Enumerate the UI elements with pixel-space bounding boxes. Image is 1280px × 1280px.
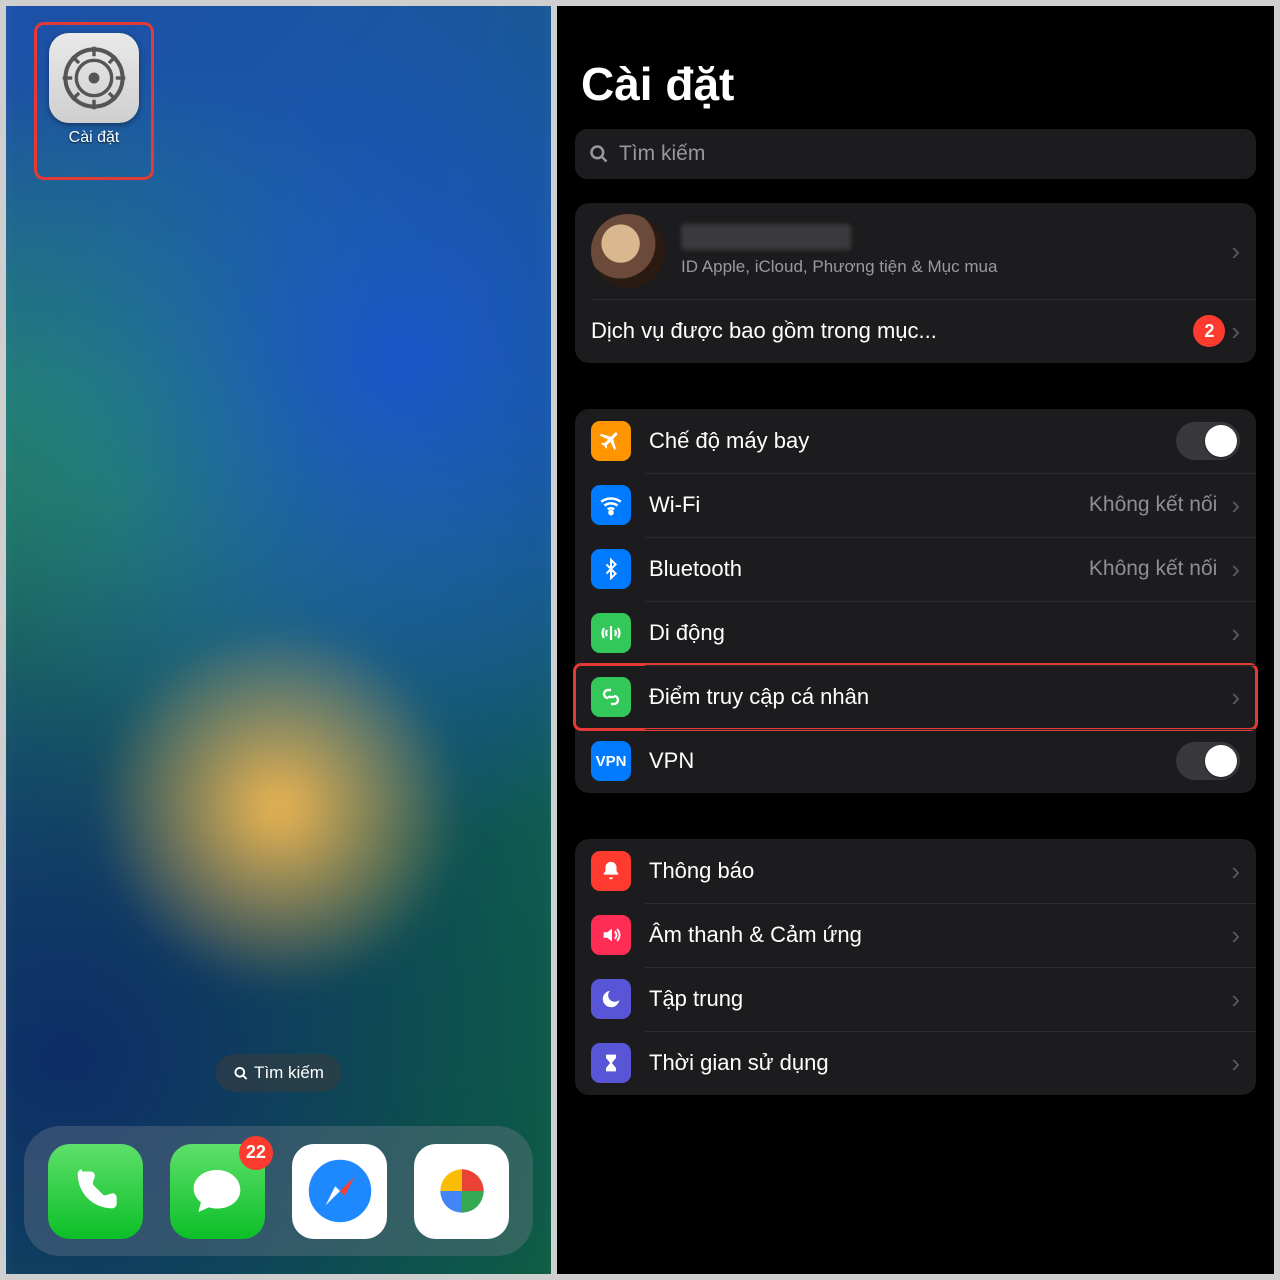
search-icon — [233, 1066, 248, 1081]
page-title: Cài đặt — [581, 57, 1250, 111]
safari-app[interactable] — [292, 1144, 387, 1239]
messages-app[interactable]: 22 — [170, 1144, 265, 1239]
chevron-right-icon: › — [1231, 554, 1240, 585]
settings-app[interactable]: Cài đặt — [34, 22, 154, 180]
apple-id-row[interactable]: ID Apple, iCloud, Phương tiện & Mục mua … — [575, 203, 1256, 299]
settings-app-label: Cài đặt — [41, 129, 147, 147]
search-icon — [589, 144, 609, 164]
wifi-value: Không kết nối — [1089, 493, 1217, 517]
spotlight-search-pill[interactable]: Tìm kiếm — [215, 1054, 342, 1092]
wifi-label: Wi-Fi — [649, 492, 700, 518]
chevron-right-icon: › — [1231, 618, 1240, 649]
google-photos-app[interactable] — [414, 1144, 509, 1239]
chevron-right-icon: › — [1231, 236, 1240, 267]
settings-pane: Cài đặt Tìm kiếm ID Apple, iCloud, Phươn… — [554, 0, 1280, 1280]
phone-app[interactable] — [48, 1144, 143, 1239]
vpn-icon: VPN — [591, 741, 631, 781]
hotspot-label: Điểm truy cập cá nhân — [649, 684, 869, 710]
airplane-label: Chế độ máy bay — [649, 428, 809, 454]
speaker-icon — [591, 915, 631, 955]
subscription-label: Dịch vụ được bao gồm trong mục... — [591, 318, 937, 344]
cellular-icon — [591, 613, 631, 653]
account-name-redacted — [681, 224, 851, 250]
sounds-row[interactable]: Âm thanh & Cảm ứng › — [575, 903, 1256, 967]
notifications-group: Thông báo › Âm thanh & Cảm ứng › Tập tru… — [575, 839, 1256, 1095]
moon-icon — [591, 979, 631, 1019]
notifications-label: Thông báo — [649, 858, 754, 884]
chevron-right-icon: › — [1231, 856, 1240, 887]
chevron-right-icon: › — [1231, 1048, 1240, 1079]
avatar — [591, 214, 665, 288]
highlight-settings-app: Cài đặt — [34, 22, 154, 180]
wifi-row[interactable]: Wi-Fi Không kết nối › — [575, 473, 1256, 537]
search-placeholder: Tìm kiếm — [619, 142, 705, 166]
sounds-label: Âm thanh & Cảm ứng — [649, 922, 862, 948]
phone-icon — [69, 1165, 121, 1217]
home-screen-pane: Cài đặt Tìm kiếm 22 — [0, 0, 554, 1280]
focus-label: Tập trung — [649, 986, 743, 1012]
chevron-right-icon: › — [1231, 316, 1240, 347]
settings-search-input[interactable]: Tìm kiếm — [575, 129, 1256, 179]
messages-badge: 22 — [239, 1136, 273, 1170]
settings-icon — [49, 33, 139, 123]
chevron-right-icon: › — [1231, 682, 1240, 713]
safari-icon — [300, 1151, 380, 1231]
hotspot-icon — [591, 677, 631, 717]
vpn-row[interactable]: VPN VPN — [575, 729, 1256, 793]
cellular-label: Di động — [649, 620, 725, 646]
bluetooth-icon — [591, 549, 631, 589]
subscription-badge: 2 — [1193, 315, 1225, 347]
spotlight-label: Tìm kiếm — [254, 1063, 324, 1083]
hourglass-icon — [591, 1043, 631, 1083]
cellular-row[interactable]: Di động › — [575, 601, 1256, 665]
personal-hotspot-row[interactable]: Điểm truy cập cá nhân › — [575, 665, 1256, 729]
screentime-label: Thời gian sử dụng — [649, 1050, 829, 1076]
messages-icon — [189, 1163, 245, 1219]
bell-icon — [591, 851, 631, 891]
account-group: ID Apple, iCloud, Phương tiện & Mục mua … — [575, 203, 1256, 363]
connectivity-group: Chế độ máy bay Wi-Fi Không kết nối › Blu… — [575, 409, 1256, 793]
chevron-right-icon: › — [1231, 920, 1240, 951]
subscription-services-row[interactable]: Dịch vụ được bao gồm trong mục... 2 › — [575, 299, 1256, 363]
airplane-icon — [591, 421, 631, 461]
screentime-row[interactable]: Thời gian sử dụng › — [575, 1031, 1256, 1095]
vpn-toggle[interactable] — [1176, 742, 1240, 780]
wifi-icon — [591, 485, 631, 525]
google-photos-icon — [431, 1160, 493, 1222]
focus-row[interactable]: Tập trung › — [575, 967, 1256, 1031]
notifications-row[interactable]: Thông báo › — [575, 839, 1256, 903]
vpn-label: VPN — [649, 748, 694, 774]
chevron-right-icon: › — [1231, 984, 1240, 1015]
airplane-mode-row[interactable]: Chế độ máy bay — [575, 409, 1256, 473]
dock: 22 — [24, 1126, 533, 1256]
bluetooth-value: Không kết nối — [1089, 557, 1217, 581]
airplane-toggle[interactable] — [1176, 422, 1240, 460]
chevron-right-icon: › — [1231, 490, 1240, 521]
bluetooth-label: Bluetooth — [649, 556, 742, 582]
bluetooth-row[interactable]: Bluetooth Không kết nối › — [575, 537, 1256, 601]
account-subtitle: ID Apple, iCloud, Phương tiện & Mục mua — [681, 256, 997, 278]
